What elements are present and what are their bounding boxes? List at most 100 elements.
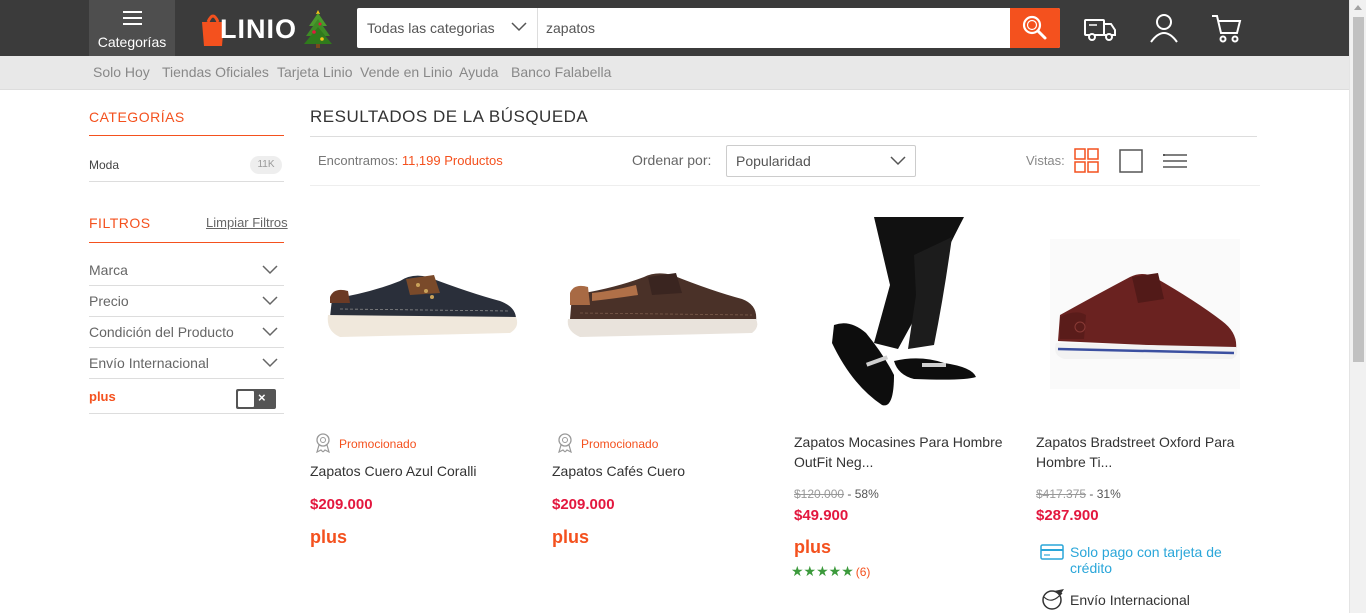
- old-price-row: $120.000 - 58%: [794, 487, 879, 501]
- filter-condicion[interactable]: Condición del Producto: [89, 318, 284, 349]
- product-name[interactable]: Zapatos Bradstreet Oxford Para Hombre Ti…: [1036, 432, 1258, 472]
- filter-precio[interactable]: Precio: [89, 287, 284, 318]
- logo-text: LINIO: [220, 14, 297, 44]
- credit-card-only-note: Solo pago con tarjeta de crédito: [1040, 544, 1260, 576]
- chevron-down-icon: [262, 265, 278, 275]
- results-title: RESULTADOS DE LA BÚSQUEDA: [310, 107, 589, 126]
- search-input[interactable]: [540, 8, 1010, 48]
- product-name[interactable]: Zapatos Cuero Azul Coralli: [310, 461, 532, 481]
- search-button[interactable]: [1010, 8, 1060, 48]
- promoted-label: Promocionado: [339, 437, 417, 451]
- discount-percent: - 58%: [847, 487, 879, 501]
- chevron-down-icon: [262, 296, 278, 306]
- filter-label: Precio: [89, 293, 129, 309]
- toggle-knob: [238, 391, 254, 407]
- filter-envio-internacional[interactable]: Envío Internacional: [89, 349, 284, 380]
- top-bar: Categorías LINIO Todas las categorias: [0, 0, 1349, 56]
- scrollbar-thumb[interactable]: [1353, 17, 1364, 362]
- old-price-row: $417.375 - 31%: [1036, 487, 1121, 501]
- secondary-nav: Solo Hoy Tiendas Oficiales Tarjeta Linio…: [0, 56, 1349, 90]
- plus-badge: plus: [794, 537, 832, 557]
- rating-stars: ★★★★★: [791, 563, 854, 579]
- categories-menu-button[interactable]: Categorías: [89, 0, 175, 56]
- results-count-prefix: Encontramos:: [318, 153, 399, 168]
- grid-view-icon: [1074, 148, 1099, 173]
- product-price: $49.900: [794, 507, 849, 524]
- toggle-off-icon: ×: [258, 390, 266, 405]
- product-price: $209.000: [552, 496, 615, 513]
- page-scrollbar[interactable]: [1349, 0, 1366, 613]
- filter-divider: [89, 413, 284, 414]
- list-view-button[interactable]: [1162, 148, 1188, 174]
- chevron-down-icon: [262, 327, 278, 337]
- nav-banco-falabella[interactable]: Banco Falabella: [511, 64, 611, 80]
- category-divider: [89, 181, 284, 182]
- credit-card-icon: [1040, 544, 1064, 560]
- linio-logo[interactable]: LINIO: [198, 8, 338, 48]
- search-bar: Todas las categorias: [357, 8, 1060, 48]
- order-label: Ordenar por:: [632, 152, 712, 168]
- promoted-ribbon-icon: [316, 433, 330, 453]
- category-moda[interactable]: Moda: [89, 158, 119, 172]
- user-icon[interactable]: [1148, 12, 1182, 44]
- international-shipping-text: Envío Internacional: [1070, 592, 1190, 608]
- categories-divider: [89, 135, 284, 136]
- search-icon: [1022, 15, 1047, 40]
- airplane-globe-icon: [1042, 589, 1064, 610]
- christmas-tree-icon: [304, 10, 332, 48]
- cart-icon[interactable]: [1210, 12, 1244, 44]
- product-image: [1050, 239, 1240, 389]
- product-image: [567, 273, 758, 337]
- filter-label: Marca: [89, 262, 128, 278]
- categories-menu-label: Categorías: [97, 34, 167, 50]
- product-card[interactable]: Promocionado Zapatos Cafés Cuero $209.00…: [552, 215, 784, 613]
- product-price: $209.000: [310, 496, 373, 513]
- shipping-truck-icon[interactable]: [1083, 12, 1117, 44]
- clear-filters-link[interactable]: Limpiar Filtros: [206, 215, 288, 230]
- old-price: $120.000: [794, 487, 845, 501]
- product-image: [832, 217, 976, 406]
- discount-percent: - 31%: [1089, 487, 1121, 501]
- product-name[interactable]: Zapatos Mocasines Para Hombre OutFit Neg…: [794, 432, 1016, 472]
- plus-badge: plus: [552, 527, 590, 547]
- chevron-down-icon: [262, 358, 278, 368]
- star-rating: ★★★★★ (6): [791, 563, 870, 580]
- old-price: $417.375: [1036, 487, 1087, 501]
- results-count: Encontramos: 11,199 Productos: [318, 153, 503, 168]
- promoted-label: Promocionado: [581, 437, 659, 451]
- single-view-button[interactable]: [1118, 148, 1144, 174]
- product-card[interactable]: Zapatos Bradstreet Oxford Para Hombre Ti…: [1036, 215, 1268, 613]
- category-select[interactable]: Todas las categorias: [357, 8, 538, 48]
- promoted-ribbon-icon: [558, 433, 572, 453]
- scroll-up-arrow-icon[interactable]: [1354, 5, 1362, 10]
- product-card[interactable]: Promocionado Zapatos Cuero Azul Coralli …: [310, 215, 542, 613]
- order-select-value: Popularidad: [736, 153, 811, 169]
- single-view-icon: [1119, 149, 1143, 173]
- chevron-down-icon: [890, 156, 906, 166]
- international-shipping-note: Envío Internacional: [1040, 587, 1190, 614]
- filter-marca[interactable]: Marca: [89, 256, 284, 287]
- filters-divider: [89, 242, 284, 243]
- order-select[interactable]: Popularidad: [726, 145, 916, 177]
- nav-ayuda[interactable]: Ayuda: [459, 64, 498, 80]
- product-price: $287.900: [1036, 507, 1099, 524]
- grid-view-button[interactable]: [1074, 148, 1100, 174]
- nav-vende-en-linio[interactable]: Vende en Linio: [360, 64, 453, 80]
- plus-badge: plus: [310, 527, 348, 547]
- nav-solo-hoy[interactable]: Solo Hoy: [93, 64, 150, 80]
- plus-toggle[interactable]: ×: [236, 389, 276, 409]
- category-count-badge: 11K: [250, 156, 282, 174]
- views-label: Vistas:: [1026, 153, 1065, 168]
- filter-label: Condición del Producto: [89, 324, 234, 340]
- category-select-value: Todas las categorias: [367, 20, 495, 36]
- product-image: [327, 275, 518, 337]
- nav-tarjeta-linio[interactable]: Tarjeta Linio: [277, 64, 353, 80]
- nav-tiendas-oficiales[interactable]: Tiendas Oficiales: [162, 64, 269, 80]
- chevron-down-icon: [511, 22, 527, 32]
- filters-heading: FILTROS: [89, 215, 151, 231]
- product-card[interactable]: Zapatos Mocasines Para Hombre OutFit Neg…: [791, 215, 1026, 613]
- toolbar-divider: [310, 185, 1260, 186]
- filter-divider: [89, 347, 284, 348]
- filter-label: Envío Internacional: [89, 355, 209, 371]
- product-name[interactable]: Zapatos Cafés Cuero: [552, 461, 774, 481]
